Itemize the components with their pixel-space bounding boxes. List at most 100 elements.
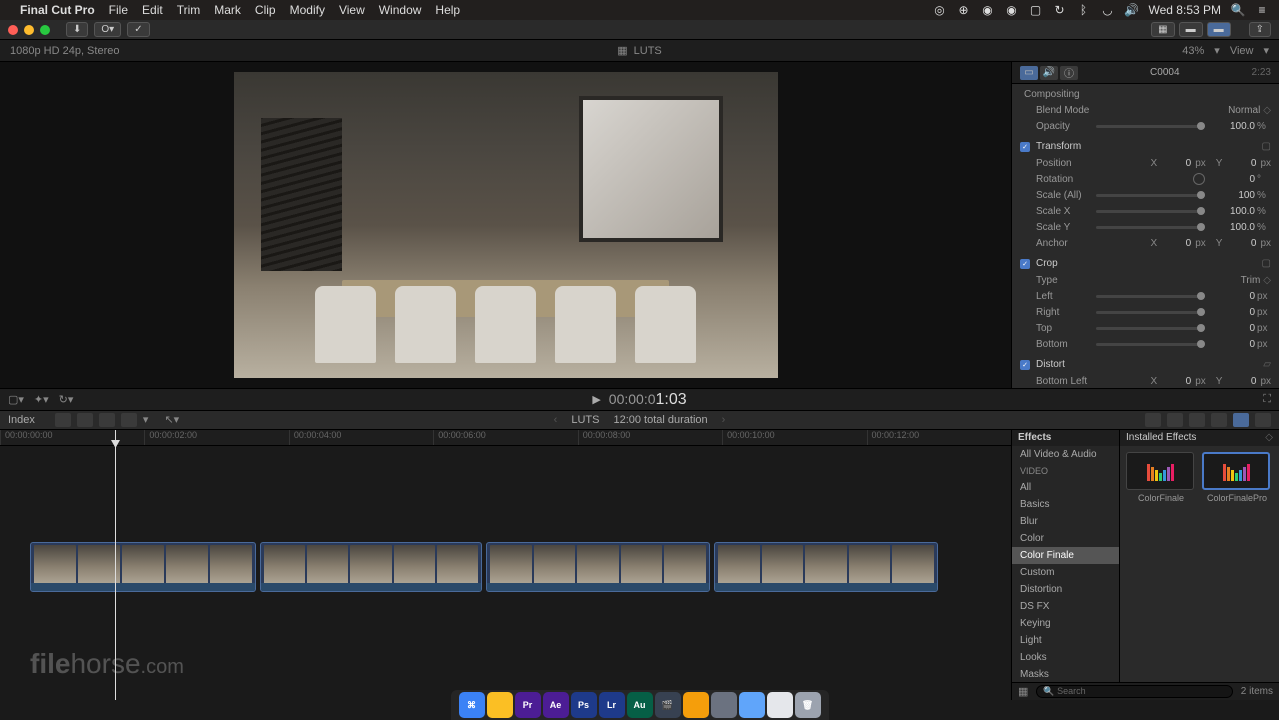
scale-slider[interactable] xyxy=(1096,194,1205,197)
transitions-button[interactable] xyxy=(1255,413,1271,427)
dock-app[interactable]: 🎬 xyxy=(655,692,681,718)
audio-tab[interactable]: 🔊 xyxy=(1040,66,1058,80)
installed-header[interactable]: Installed Effects xyxy=(1126,432,1196,444)
dock-app[interactable] xyxy=(739,692,765,718)
fx-category[interactable]: DS FX xyxy=(1012,598,1119,615)
opacity-slider[interactable] xyxy=(1096,125,1205,128)
fullscreen-icon[interactable]: ⛶ xyxy=(1263,393,1271,405)
effects-button[interactable] xyxy=(1233,413,1249,427)
menu-clip[interactable]: Clip xyxy=(255,3,276,17)
view-menu[interactable]: View xyxy=(1230,45,1254,57)
zoom-chevron-icon[interactable]: ▾ xyxy=(1214,44,1220,57)
fx-category[interactable]: Basics xyxy=(1012,496,1119,513)
menu-window[interactable]: Window xyxy=(379,3,422,17)
select-tool[interactable]: ↖▾ xyxy=(164,413,179,427)
dock-app[interactable]: Au xyxy=(627,692,653,718)
angle-icon[interactable]: ▦ xyxy=(617,44,627,57)
audio-skim-button[interactable] xyxy=(1167,413,1183,427)
crop-type[interactable]: Trim xyxy=(1241,275,1261,286)
menu-help[interactable]: Help xyxy=(435,3,460,17)
snap-button[interactable] xyxy=(1211,413,1227,427)
index-button[interactable]: Index xyxy=(8,414,35,426)
effect-item[interactable]: ColorFinale xyxy=(1126,452,1196,503)
pos-y[interactable]: 0 xyxy=(1226,158,1256,169)
tool-menu[interactable]: ✦▾ xyxy=(34,393,49,406)
view-chevron-icon[interactable]: ▾ xyxy=(1263,44,1269,57)
fx-category[interactable]: Keying xyxy=(1012,615,1119,632)
layout-button[interactable]: ▦ xyxy=(1151,22,1174,37)
info-tab[interactable]: ⓘ xyxy=(1060,66,1078,80)
blend-mode-value[interactable]: Normal xyxy=(1228,105,1260,116)
grid-icon[interactable]: ▦ xyxy=(1018,685,1028,698)
viewer[interactable] xyxy=(0,62,1011,388)
status-icon[interactable]: ◉ xyxy=(981,3,995,17)
dock-app[interactable]: 🗑 xyxy=(795,692,821,718)
app-name[interactable]: Final Cut Pro xyxy=(20,3,95,17)
fullscreen-button[interactable] xyxy=(40,25,50,35)
crop-checkbox[interactable]: ✓ xyxy=(1020,259,1030,269)
layout-button[interactable]: ▬ xyxy=(1179,22,1203,37)
fx-category[interactable]: All Video & Audio xyxy=(1012,446,1119,463)
video-tab[interactable]: ▭ xyxy=(1020,66,1038,80)
airplay-icon[interactable]: ▢ xyxy=(1029,3,1043,17)
skimming-button[interactable] xyxy=(1145,413,1161,427)
zoom-level[interactable]: 43% xyxy=(1182,45,1204,57)
dock-app[interactable] xyxy=(683,692,709,718)
keyword-button[interactable]: O▾ xyxy=(94,22,121,37)
dock-app[interactable]: Lr xyxy=(599,692,625,718)
tool-menu[interactable]: ▢▾ xyxy=(8,393,24,406)
status-icon[interactable]: ⊕ xyxy=(957,3,971,17)
overwrite-tool[interactable] xyxy=(121,413,137,427)
menu-mark[interactable]: Mark xyxy=(214,3,241,17)
crop-viewer-icon[interactable]: ▢ xyxy=(1262,258,1271,269)
dock-app[interactable]: ⌘ xyxy=(459,692,485,718)
minimize-button[interactable] xyxy=(24,25,34,35)
prev-edit-icon[interactable]: ‹ xyxy=(554,414,558,426)
scale-all-value[interactable]: 100 xyxy=(1211,190,1255,201)
scale-y-value[interactable]: 100.0 xyxy=(1211,222,1255,233)
fx-category[interactable]: Color xyxy=(1012,530,1119,547)
fx-category[interactable]: Looks xyxy=(1012,649,1119,666)
tool-chevron-icon[interactable]: ▾ xyxy=(143,413,149,427)
fx-category[interactable]: All xyxy=(1012,479,1119,496)
import-button[interactable]: ⬇ xyxy=(66,22,88,37)
bg-tasks-button[interactable]: ✓ xyxy=(127,22,149,37)
timeline-clip[interactable]: C0011 xyxy=(486,542,710,592)
fx-category[interactable]: Light xyxy=(1012,632,1119,649)
rotation-dial[interactable] xyxy=(1193,173,1205,185)
layout-button[interactable]: ▬ xyxy=(1207,22,1231,37)
append-tool[interactable] xyxy=(99,413,115,427)
volume-icon[interactable]: 🔊 xyxy=(1125,3,1139,17)
wifi-icon[interactable]: ◡ xyxy=(1101,3,1115,17)
menu-icon[interactable]: ≡ xyxy=(1255,3,1269,17)
fx-category[interactable]: Blur xyxy=(1012,513,1119,530)
clock[interactable]: Wed 8:53 PM xyxy=(1149,3,1221,17)
solo-button[interactable] xyxy=(1189,413,1205,427)
menu-file[interactable]: File xyxy=(109,3,128,17)
timeline[interactable]: 00:00:00:00 00:00:02:00 00:00:04:00 00:0… xyxy=(0,430,1011,700)
tool-menu[interactable]: ↻▾ xyxy=(59,393,74,406)
play-button[interactable]: ▶ xyxy=(592,393,600,406)
next-edit-icon[interactable]: › xyxy=(722,414,726,426)
transform-checkbox[interactable]: ✓ xyxy=(1020,142,1030,152)
playhead[interactable] xyxy=(115,430,116,700)
status-icon[interactable]: ◉ xyxy=(1005,3,1019,17)
fx-category[interactable]: Custom xyxy=(1012,564,1119,581)
fx-category[interactable]: Distortion xyxy=(1012,581,1119,598)
dock-app[interactable] xyxy=(767,692,793,718)
dock-app[interactable] xyxy=(711,692,737,718)
scale-x-value[interactable]: 100.0 xyxy=(1211,206,1255,217)
dock-app[interactable]: Ae xyxy=(543,692,569,718)
dock-app[interactable] xyxy=(487,692,513,718)
menu-edit[interactable]: Edit xyxy=(142,3,163,17)
effect-item[interactable]: ColorFinalePro xyxy=(1202,452,1272,503)
pos-x[interactable]: 0 xyxy=(1161,158,1191,169)
search-input[interactable]: 🔍 Search xyxy=(1036,685,1232,698)
menu-trim[interactable]: Trim xyxy=(177,3,201,17)
transform-viewer-icon[interactable]: ▢ xyxy=(1262,141,1271,152)
dock-app[interactable]: Ps xyxy=(571,692,597,718)
distort-viewer-icon[interactable]: ▱ xyxy=(1263,359,1271,370)
rotation-value[interactable]: 0 xyxy=(1211,174,1255,185)
timeline-ruler[interactable]: 00:00:00:00 00:00:02:00 00:00:04:00 00:0… xyxy=(0,430,1011,446)
spotlight-icon[interactable]: 🔍 xyxy=(1231,3,1245,17)
